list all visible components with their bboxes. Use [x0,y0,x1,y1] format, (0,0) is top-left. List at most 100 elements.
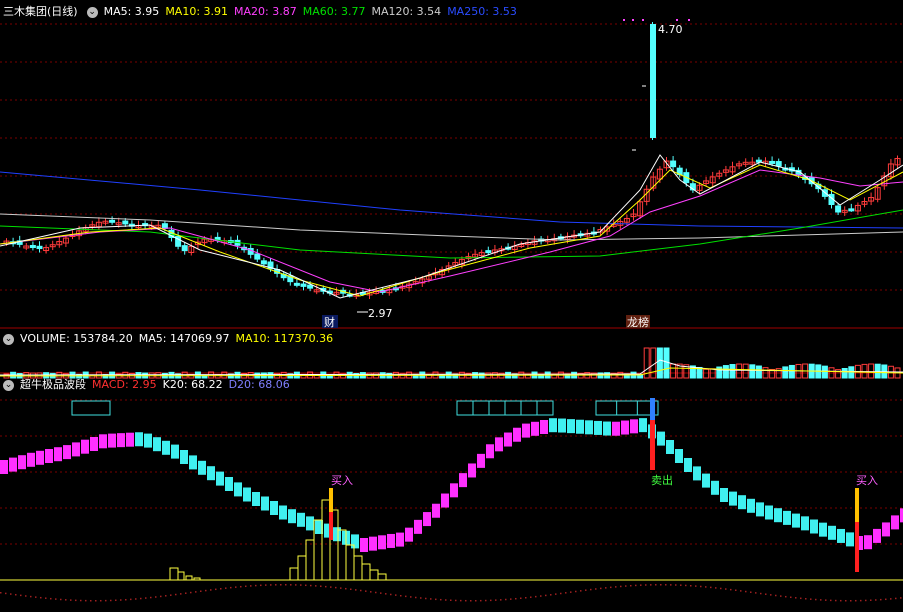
trend-dot [170,594,172,596]
trend-dot [800,597,802,600]
trend-dot [375,591,377,594]
sell-signal-bar [650,420,655,470]
trend-dot [435,598,437,601]
band-step-down [549,418,557,433]
chevron-down-icon[interactable]: ⌄ [86,6,98,18]
trend-dot [140,597,142,600]
trend-dot [185,592,187,594]
band-step-down [261,496,269,511]
band-step-down [828,525,836,540]
chevron-down-icon[interactable]: ⌄ [3,333,14,345]
band-step-down [207,466,215,481]
candle-down [109,219,116,223]
volume-bar [874,363,881,379]
band-step-down [144,433,152,448]
volume-bar [841,367,848,379]
trend-dot [205,589,207,592]
trend-dot [130,598,132,601]
volume-bar [722,365,729,379]
trend-dot [695,585,697,587]
band-step-down [738,495,746,510]
trend-dot [340,587,342,589]
band-step-up [414,519,422,534]
trend-dot [745,590,747,593]
volume-bar [670,363,677,379]
trend-dot [560,592,562,595]
trend-dot [890,598,892,600]
trend-dot [630,584,632,587]
trend-dot [475,599,477,602]
trend-dot [835,599,837,602]
histogram-bar [177,571,185,581]
trend-dot [775,594,777,597]
band-step-down [720,488,728,502]
trend-dot [720,587,722,590]
trend-dot [370,591,372,593]
trend-dot [150,596,152,599]
band-step-up [531,421,539,436]
trend-dot [540,595,542,597]
chevron-down-icon[interactable]: ⌄ [3,379,14,391]
band-step-down [279,505,287,520]
band-step-down [297,512,305,527]
ma5-value: MA5: 3.95 [103,5,160,18]
trend-dot [455,599,457,602]
trend-dot [640,584,642,586]
band-step-down [135,432,143,447]
trend-dot [865,599,867,602]
trend-dot [655,584,657,586]
candle-down [122,220,129,225]
band-step-down [270,501,278,515]
trend-dot [145,597,147,599]
trend-dot [490,599,492,602]
trend-dot [20,594,22,597]
band-step-up [72,442,80,457]
signal-box [71,400,111,416]
ma60-value: MA60: 3.77 [302,5,366,18]
band-step-up [522,423,530,438]
trend-dot [225,587,227,589]
trend-dot [85,599,87,602]
ma250-value: MA250: 3.53 [447,5,517,18]
trend-dot [320,585,322,587]
band-step-down [225,477,233,491]
trend-dot [830,599,832,602]
histogram-bar [305,539,315,581]
band-step-down [819,522,827,537]
trend-dot [605,587,607,589]
histogram-bar [289,567,299,581]
band-step-down [162,440,170,455]
trend-dot [15,593,17,596]
trend-dot [300,584,302,586]
trend-dot [705,586,707,588]
trend-dot [175,593,177,596]
ma10-value: MA10: 3.91 [165,5,229,18]
band-step-down [639,418,647,433]
band-step-up [18,455,26,470]
trend-dot [785,595,787,598]
trend-dot [550,594,552,596]
trend-dot [390,593,392,596]
chart-canvas[interactable]: 4.70 2.97 财 龙榜买入 卖出 买入 [0,0,903,612]
buy-signal-label: 买入 [856,474,878,487]
band-step-down [351,534,359,549]
volume-bar [742,363,749,379]
band-step-down [774,508,782,523]
trend-dot [305,584,307,587]
band-step-down [765,505,773,520]
volume-value: VOLUME: 153784.20 [20,332,133,345]
trend-dot [135,598,137,600]
volume-bar [868,363,875,379]
trend-dot [155,596,157,598]
band-step-up [126,432,134,447]
band-step-down [306,516,314,531]
trend-dot [315,585,317,587]
candle-down [36,245,43,250]
trend-dot [355,589,357,591]
volume-ma5-value: MA5: 147069.97 [138,332,230,345]
trend-dot [180,593,182,595]
histogram-bar [369,569,379,581]
band-step-up [486,444,494,459]
band-step-down [171,444,179,459]
d20-value: D20: 68.06 [228,378,290,391]
